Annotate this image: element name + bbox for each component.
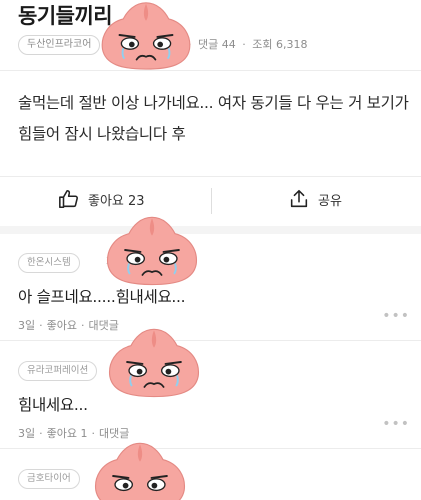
comment-item: 유라코퍼레이션 힘내세요... 3일 · 좋아요 1 · 대댓글 ••• [18, 358, 410, 441]
crying-peach-face-icon [108, 328, 200, 398]
meta-dot: · [39, 426, 43, 440]
comment-like-button[interactable]: 좋아요 [47, 317, 77, 333]
comment-text: 아 슬프네요.....힘내세요... [18, 288, 186, 306]
action-separator [211, 188, 212, 214]
crying-peach-face-icon [106, 216, 198, 286]
comment-time: 3일 [18, 427, 36, 440]
comment-footer: 3일 · 좋아요 1 · 대댓글 [18, 425, 410, 441]
post-screen: 동기들끼리 두산인프라코어 · 댓글 44 · 조회 6,318 술먹는데 절반… [0, 0, 421, 500]
thumbs-up-icon [59, 189, 78, 209]
comment-item: 금호타이어 [18, 466, 410, 489]
comment-count: 댓글 44 [198, 38, 236, 51]
divider [0, 340, 421, 341]
comment-text: 힘내세요... [18, 396, 88, 414]
comment-footer: 3일 · 좋아요 · 대댓글 [18, 317, 410, 333]
view-count: 조회 6,318 [252, 38, 308, 51]
divider [0, 70, 421, 71]
comment-company-tag[interactable]: 유라코퍼레이션 [18, 361, 98, 381]
divider [0, 448, 421, 449]
crying-peach-face-icon [94, 442, 186, 500]
comment-reply-button[interactable]: 대댓글 [99, 425, 129, 441]
share-button[interactable]: 공유 [288, 188, 342, 210]
comment-time: 3일 [18, 319, 36, 332]
post-stats: · 댓글 44 · 조회 6,318 [185, 36, 307, 52]
more-options-icon[interactable]: ••• [382, 308, 410, 324]
comment-item: 한온시스템 지 아 슬프네요.....힘내세요... 3일 · 좋아요 · 대댓… [18, 250, 410, 333]
comment-company-tag[interactable]: 한온시스템 [18, 253, 80, 273]
crying-peach-face-icon [101, 2, 191, 70]
post-actions: 좋아요 23 공유 [0, 176, 421, 226]
share-label: 공유 [318, 193, 342, 209]
meta-dot: · [39, 318, 43, 332]
section-divider [0, 226, 421, 234]
company-tag[interactable]: 두산인프라코어 [18, 35, 101, 55]
meta-dot: · [242, 38, 246, 51]
like-label: 좋아요 23 [88, 193, 145, 209]
meta-dot: · [81, 318, 85, 332]
comment-like-button[interactable]: 좋아요 1 [47, 425, 88, 441]
more-options-icon[interactable]: ••• [382, 416, 410, 432]
post-body: 술먹는데 절반 이상 나가네요... 여자 동기들 다 우는 거 보기가 힘들어… [18, 94, 409, 143]
post-meta: 두산인프라코어 [18, 34, 101, 56]
meta-dot: · [91, 426, 95, 440]
like-button[interactable]: 좋아요 23 [58, 188, 145, 210]
comment-company-tag[interactable]: 금호타이어 [18, 469, 80, 489]
share-icon [290, 189, 308, 208]
